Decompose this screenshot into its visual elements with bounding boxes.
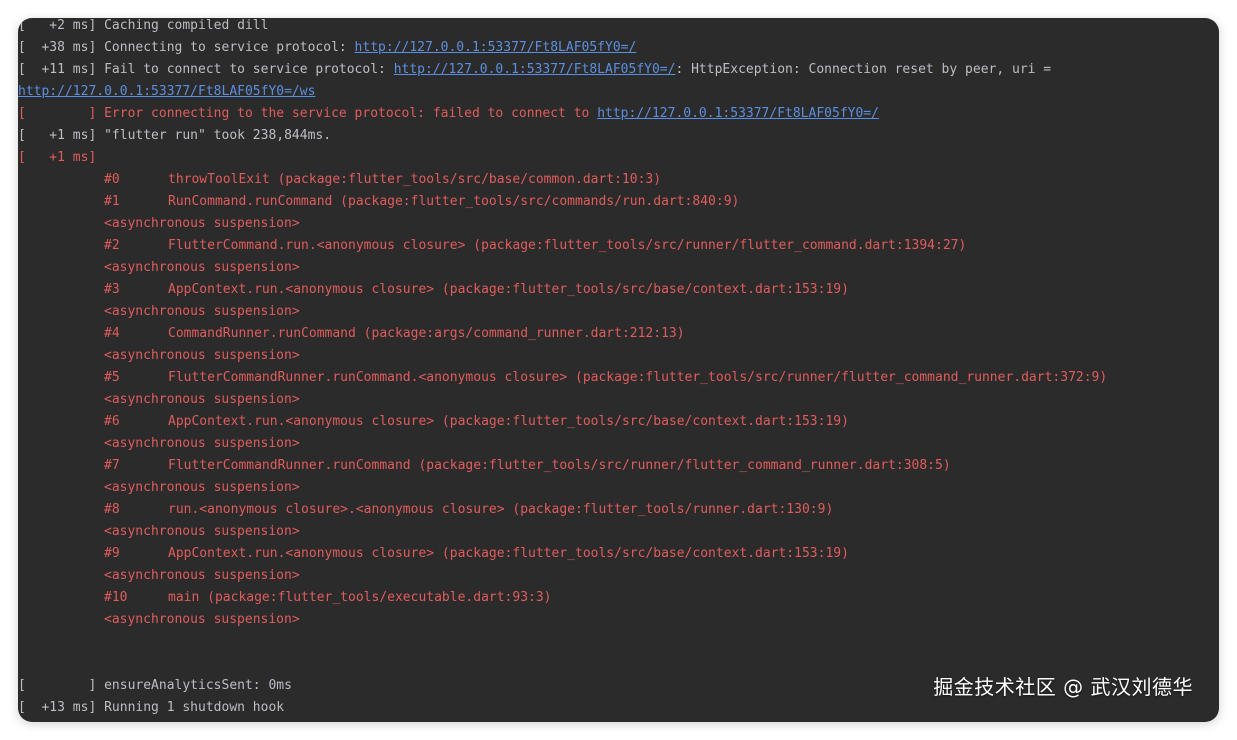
log-line-text: Fail to connect to service protocol:: [104, 62, 394, 77]
log-line-text: ensureAnalyticsSent: 0ms: [104, 678, 292, 693]
async-suspension-line: <asynchronous suspension>: [104, 524, 300, 539]
watermark: 掘金技术社区 @ 武汉刘德华: [933, 675, 1193, 699]
async-suspension-line: <asynchronous suspension>: [104, 216, 300, 231]
stack-frame-text: FlutterCommandRunner.runCommand (package…: [168, 458, 951, 473]
stack-frame-text: FlutterCommandRunner.runCommand.<anonymo…: [168, 370, 1108, 385]
log-line-prefix: [ +13 ms]: [18, 700, 105, 715]
log-line-text: Running 1 shutdown hook: [104, 700, 285, 715]
service-protocol-link[interactable]: http://127.0.0.1:53377/Ft8LAF05fY0=/: [355, 40, 637, 55]
log-line-prefix: [ +38 ms]: [18, 40, 105, 55]
service-protocol-link[interactable]: http://127.0.0.1:53377/Ft8LAF05fY0=/: [394, 62, 676, 77]
stack-frame-number: #5: [104, 370, 120, 385]
async-suspension-line: <asynchronous suspension>: [104, 348, 300, 363]
error-line: [ ] Error connecting to the service prot…: [18, 103, 879, 125]
log-line-prefix: [ +1 ms]: [18, 128, 105, 143]
log-line: [ +2 ms] Caching compiled dill: [18, 18, 268, 37]
log-line-text: : HttpException: Connection reset by pee…: [675, 62, 1052, 77]
async-suspension-line: <asynchronous suspension>: [104, 260, 300, 275]
log-line: [ ] ensureAnalyticsSent: 0ms: [18, 675, 292, 697]
stack-frame-number: #10: [104, 590, 128, 605]
console-window: [ +2 ms] Caching compiled dill [ +38 ms]…: [18, 18, 1219, 722]
error-line: [ +1 ms]: [18, 147, 96, 169]
console-output: [ +2 ms] Caching compiled dill [ +38 ms]…: [18, 18, 1219, 715]
stack-frame-number: #4: [104, 326, 120, 341]
stack-frame-number: #7: [104, 458, 120, 473]
stack-frame-text: CommandRunner.runCommand (package:args/c…: [168, 326, 685, 341]
stack-frame-number: #3: [104, 282, 120, 297]
stack-frame-text: RunCommand.runCommand (package:flutter_t…: [168, 194, 740, 209]
stack-frame-text: main (package:flutter_tools/executable.d…: [168, 590, 552, 605]
stack-frame-number: #9: [104, 546, 120, 561]
stack-frame-number: #6: [104, 414, 120, 429]
log-line-prefix: [ +2 ms]: [18, 18, 105, 33]
log-line: [ +1 ms] "flutter run" took 238,844ms.: [18, 125, 331, 147]
log-line: [ +11 ms] Fail to connect to service pro…: [18, 59, 1051, 81]
websocket-link[interactable]: http://127.0.0.1:53377/Ft8LAF05fY0=/ws: [18, 84, 315, 99]
stack-frame-text: AppContext.run.<anonymous closure> (pack…: [168, 414, 849, 429]
stack-frame-number: #2: [104, 238, 120, 253]
async-suspension-line: <asynchronous suspension>: [104, 304, 300, 319]
async-suspension-line: <asynchronous suspension>: [104, 480, 300, 495]
async-suspension-line: <asynchronous suspension>: [104, 436, 300, 451]
stack-frame-number: #1: [104, 194, 120, 209]
stack-frame-text: AppContext.run.<anonymous closure> (pack…: [168, 282, 849, 297]
error-text: Error connecting to the service protocol…: [104, 106, 598, 121]
async-suspension-line: <asynchronous suspension>: [104, 612, 300, 627]
async-suspension-line: <asynchronous suspension>: [104, 392, 300, 407]
log-line: http://127.0.0.1:53377/Ft8LAF05fY0=/ws: [18, 81, 315, 103]
log-line-prefix: [ ]: [18, 678, 105, 693]
log-line-text: "flutter run" took 238,844ms.: [104, 128, 332, 143]
log-line-prefix: [ ]: [18, 106, 105, 121]
async-suspension-line: <asynchronous suspension>: [104, 568, 300, 583]
log-line-text: Connecting to service protocol:: [104, 40, 355, 55]
stack-frame-text: run.<anonymous closure>.<anonymous closu…: [168, 502, 834, 517]
stack-frame-text: AppContext.run.<anonymous closure> (pack…: [168, 546, 849, 561]
stack-frame-text: FlutterCommand.run.<anonymous closure> (…: [168, 238, 967, 253]
log-line: [ +13 ms] Running 1 shutdown hook: [18, 697, 284, 719]
log-line: [ +38 ms] Connecting to service protocol…: [18, 37, 636, 59]
stack-frame-number: #0: [104, 172, 120, 187]
log-line-text: Caching compiled dill: [104, 18, 269, 33]
stack-frame-number: #8: [104, 502, 120, 517]
service-protocol-link[interactable]: http://127.0.0.1:53377/Ft8LAF05fY0=/: [597, 106, 879, 121]
log-line-prefix: [ +11 ms]: [18, 62, 105, 77]
stack-frame-text: throwToolExit (package:flutter_tools/src…: [168, 172, 662, 187]
log-line-prefix: [ +1 ms]: [18, 150, 97, 165]
